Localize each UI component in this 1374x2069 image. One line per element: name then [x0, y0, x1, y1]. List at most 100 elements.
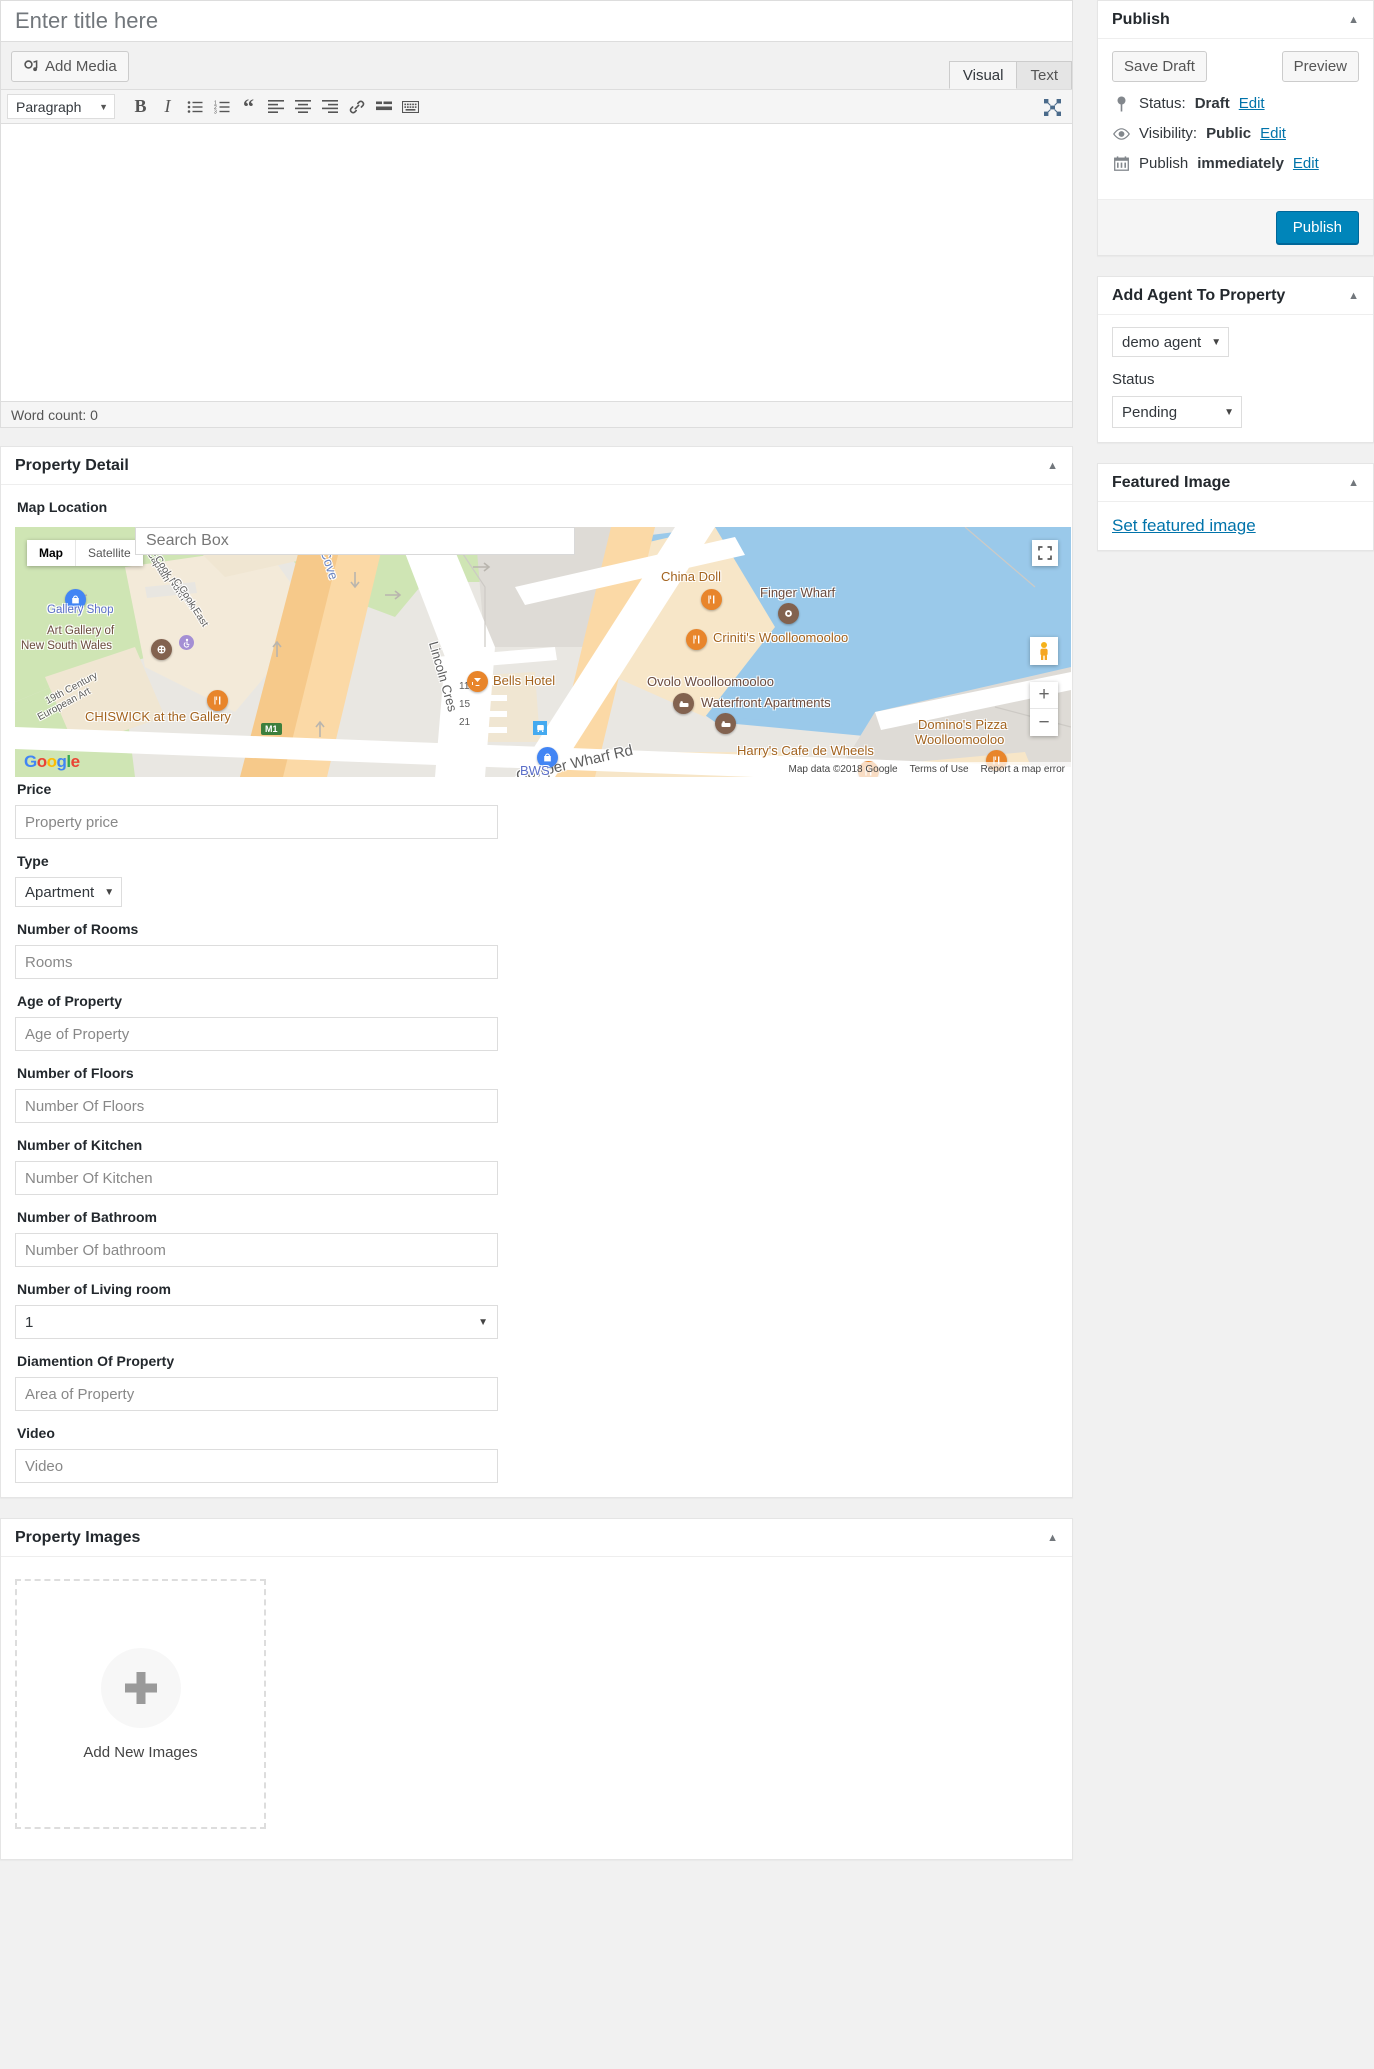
house-number: 15	[459, 699, 471, 710]
italic-icon[interactable]: I	[154, 94, 181, 120]
poi-marker[interactable]	[467, 671, 488, 692]
preview-button[interactable]: Preview	[1281, 51, 1359, 82]
poi-marker[interactable]	[207, 690, 228, 711]
property-images-header[interactable]: Property Images ▲	[1, 1519, 1072, 1557]
google-map[interactable]: Map Satellite Search Box + − Google Map …	[15, 527, 1071, 777]
featured-image-panel-title: Featured Image	[1112, 473, 1231, 491]
chevron-up-icon[interactable]: ▲	[1047, 460, 1058, 472]
poi-marker[interactable]	[686, 629, 707, 650]
publish-panel-footer: Publish	[1098, 199, 1373, 255]
add-new-images-dropzone[interactable]: Add New Images	[15, 1579, 266, 1829]
featured-image-panel: Featured Image ▲ Set featured image	[1097, 463, 1374, 551]
price-input[interactable]	[15, 805, 498, 839]
type-select[interactable]: Apartment ▼	[15, 877, 123, 907]
map-zoom-in-button[interactable]: +	[1030, 682, 1058, 709]
poi-marker[interactable]	[673, 693, 694, 714]
add-agent-panel: Add Agent To Property ▲ demo agent ▼ Sta…	[1097, 276, 1374, 443]
paragraph-format-select[interactable]: Paragraph ▼	[7, 94, 115, 119]
poi-marker[interactable]	[715, 713, 736, 734]
map-search-box[interactable]: Search Box	[135, 527, 575, 555]
poi-label: Harry's Cafe de Wheels	[737, 743, 874, 758]
add-media-icon	[23, 59, 39, 75]
edit-visibility-link[interactable]: Edit	[1260, 125, 1286, 142]
dimension-input[interactable]	[15, 1377, 498, 1411]
agent-select[interactable]: demo agent ▼	[1112, 327, 1230, 357]
publish-panel-body: Save Draft Preview Status: Draft Edit Vi…	[1098, 39, 1373, 199]
map-type-tabs: Map Satellite	[27, 540, 143, 566]
post-title-input[interactable]	[13, 7, 1060, 35]
agent-select-value: demo agent	[1122, 333, 1202, 351]
chevron-up-icon[interactable]: ▲	[1348, 14, 1359, 26]
poi-marker[interactable]	[151, 639, 172, 660]
report-map-error-link[interactable]: Report a map error	[981, 764, 1065, 775]
floors-input[interactable]	[15, 1089, 498, 1123]
agent-status-select[interactable]: Pending ▼	[1112, 396, 1242, 428]
save-draft-button[interactable]: Save Draft	[1112, 51, 1207, 82]
set-featured-image-link[interactable]: Set featured image	[1112, 516, 1256, 535]
field-label-kitchen: Number of Kitchen	[17, 1137, 143, 1153]
bold-icon[interactable]: B	[127, 94, 154, 120]
featured-image-panel-header[interactable]: Featured Image ▲	[1098, 464, 1373, 502]
editor-media-bar: Add Media Visual Text	[1, 42, 1072, 89]
rooms-input[interactable]	[15, 945, 498, 979]
age-input[interactable]	[15, 1017, 498, 1051]
bulleted-list-icon[interactable]	[181, 94, 208, 120]
edit-status-link[interactable]: Edit	[1239, 95, 1265, 112]
align-left-icon[interactable]	[262, 94, 289, 120]
chevron-down-icon: ▼	[1211, 336, 1222, 348]
map-search-placeholder: Search Box	[146, 532, 229, 549]
field-label-type: Type	[17, 853, 49, 869]
publish-button[interactable]: Publish	[1275, 211, 1359, 244]
terms-of-use-link[interactable]: Terms of Use	[910, 764, 969, 775]
blockquote-icon[interactable]: “	[235, 94, 262, 120]
post-title-field[interactable]	[0, 0, 1073, 42]
bathroom-input[interactable]	[15, 1233, 498, 1267]
edit-schedule-link[interactable]: Edit	[1293, 155, 1319, 172]
post-status-label: Status:	[1139, 95, 1186, 112]
numbered-list-icon[interactable]: 123	[208, 94, 235, 120]
map-data-text: Map data ©2018 Google	[788, 764, 898, 775]
map-tab-map[interactable]: Map	[27, 540, 75, 566]
property-images-body: Add New Images	[1, 1557, 1072, 1859]
chevron-up-icon[interactable]: ▲	[1047, 1532, 1058, 1544]
poi-label: Waterfront Apartments	[701, 695, 831, 710]
insert-link-icon[interactable]	[343, 94, 370, 120]
editor-content-area[interactable]	[1, 123, 1072, 401]
accessible-icon	[179, 635, 194, 650]
street-view-pegman-icon[interactable]	[1030, 637, 1058, 665]
kitchen-input[interactable]	[15, 1161, 498, 1195]
main-column: Add Media Visual Text Paragraph ▼ B I	[0, 0, 1075, 1880]
chevron-down-icon: ▼	[104, 886, 115, 898]
map-zoom-out-button[interactable]: −	[1030, 709, 1058, 736]
field-label-living-room: Number of Living room	[17, 1281, 171, 1297]
align-right-icon[interactable]	[316, 94, 343, 120]
chevron-up-icon[interactable]: ▲	[1348, 477, 1359, 489]
video-input[interactable]	[15, 1449, 498, 1483]
add-media-button[interactable]: Add Media	[11, 51, 129, 82]
tab-visual[interactable]: Visual	[948, 61, 1018, 89]
post-status-value: Draft	[1194, 95, 1230, 112]
property-fields: Price Type Apartment ▼ Number of Rooms A…	[15, 781, 1058, 1483]
chevron-up-icon[interactable]: ▲	[1348, 290, 1359, 302]
chevron-down-icon: ▼	[1224, 406, 1234, 418]
poi-marker[interactable]	[701, 589, 722, 610]
property-detail-header[interactable]: Property Detail ▲	[1, 447, 1072, 485]
fullscreen-icon[interactable]	[1040, 95, 1064, 119]
align-center-icon[interactable]	[289, 94, 316, 120]
featured-image-panel-body: Set featured image	[1098, 502, 1373, 550]
poi-label: China Doll	[661, 569, 721, 584]
poi-label: Ovolo Woolloomooloo	[647, 674, 774, 689]
map-fullscreen-icon[interactable]	[1032, 540, 1058, 566]
poi-marker[interactable]	[778, 603, 799, 624]
read-more-icon[interactable]	[370, 94, 397, 120]
publish-panel-header[interactable]: Publish ▲	[1098, 1, 1373, 39]
add-agent-panel-header[interactable]: Add Agent To Property ▲	[1098, 277, 1373, 315]
panel-gap	[0, 428, 1075, 446]
map-tab-satellite[interactable]: Satellite	[75, 540, 143, 566]
living-room-select-value: 1	[25, 1313, 34, 1331]
tab-text[interactable]: Text	[1016, 61, 1072, 89]
keyboard-shortcuts-icon[interactable]	[397, 94, 424, 120]
poi-label: New South Wales	[21, 640, 112, 652]
living-room-select[interactable]: 1 ▼	[15, 1305, 498, 1339]
field-label-age: Age of Property	[17, 993, 123, 1009]
